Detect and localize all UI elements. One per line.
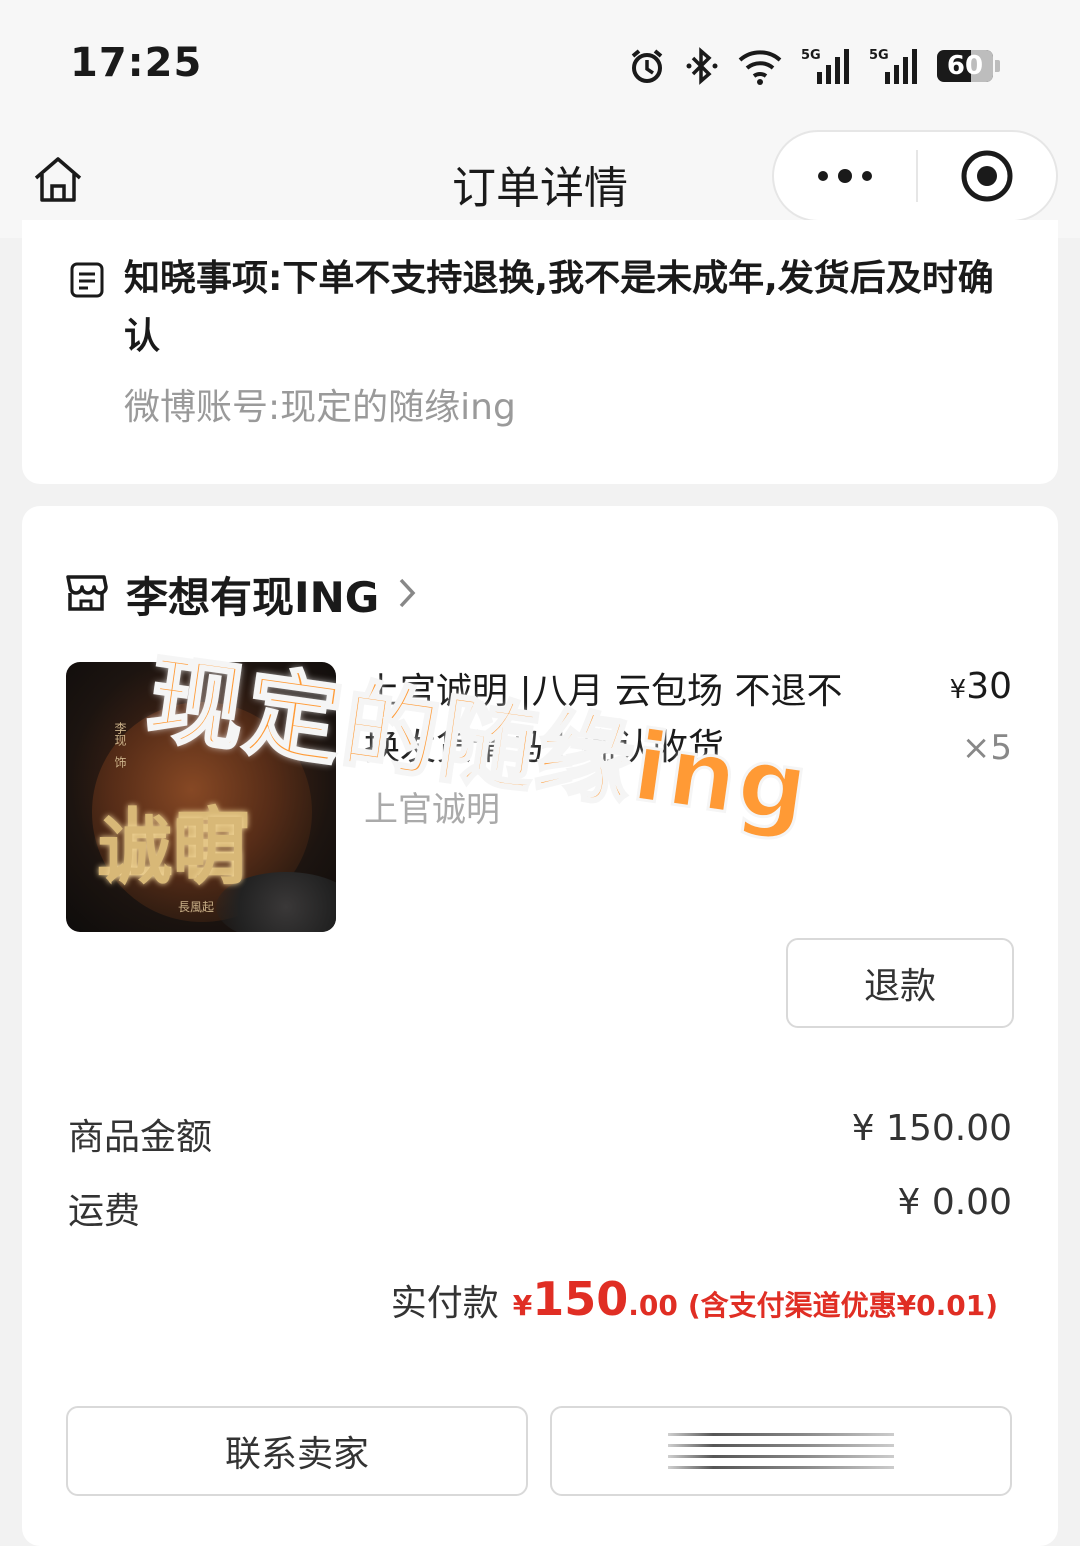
- contact-seller-button[interactable]: 联系卖家: [66, 1406, 528, 1496]
- product-title[interactable]: 上官诚明 |八月 云包场 不退不换发货请马上确认收货: [364, 664, 844, 776]
- mini-program-capsule: [772, 130, 1058, 222]
- battery-level: 60: [946, 51, 984, 81]
- paid-integer: 150: [532, 1272, 629, 1326]
- wifi-icon: [737, 46, 783, 86]
- signal-icon: 5G: [869, 46, 919, 86]
- signal-icon: 5G: [801, 46, 851, 86]
- status-bar: 17:25 5G 5G 60: [0, 0, 1080, 130]
- paid-label: 实付款: [390, 1283, 499, 1324]
- product-image[interactable]: 上官 诚明 李现 饰 長風起: [66, 662, 336, 932]
- battery-icon: 60: [937, 50, 1000, 82]
- product-subtitle: 上官诚明: [364, 790, 500, 830]
- more-icon[interactable]: [774, 132, 916, 220]
- status-time: 17:25: [70, 40, 203, 86]
- store-icon: [64, 573, 108, 617]
- order-card: 李想有现ING 上官 诚明 李现 饰 長風起 上官诚明 |八月 云包场 不退不换…: [22, 506, 1058, 1546]
- paid-currency: ¥: [512, 1289, 533, 1322]
- status-icons: 5G 5G 60: [627, 44, 1000, 88]
- alarm-icon: [627, 46, 667, 86]
- paid-discount-note: (含支付渠道优惠¥0.01): [687, 1289, 998, 1322]
- shop-link[interactable]: 李想有现ING: [64, 564, 417, 625]
- bluetooth-icon: [685, 46, 719, 86]
- chevron-right-icon: [397, 576, 417, 614]
- shipping-row: 运费 ¥ 0.00: [68, 1182, 1012, 1234]
- refund-button[interactable]: 退款: [786, 938, 1014, 1028]
- shop-name: 李想有现ING: [126, 573, 380, 622]
- close-target-icon[interactable]: [918, 132, 1056, 220]
- weibo-account: 微博账号:现定的随缘ing: [124, 387, 516, 428]
- goods-amount-label: 商品金额: [68, 1117, 213, 1158]
- note-icon: [70, 262, 104, 298]
- goods-amount-row: 商品金额 ¥ 150.00: [68, 1108, 1012, 1160]
- notice-text: 知晓事项:下单不支持退换,我不是未成年,发货后及时确认: [124, 258, 994, 357]
- notice-card: 知晓事项:下单不支持退换,我不是未成年,发货后及时确认 微博账号:现定的随缘in…: [22, 220, 1058, 484]
- goods-amount-value: ¥ 150.00: [851, 1108, 1012, 1149]
- paid-amount-row: 实付款 ¥ 150 .00 (含支付渠道优惠¥0.01): [391, 1272, 998, 1326]
- shipping-label: 运费: [68, 1191, 141, 1232]
- redacted-label: [668, 1433, 894, 1469]
- svg-text:5G: 5G: [801, 48, 821, 63]
- svg-text:5G: 5G: [869, 48, 889, 63]
- redacted-button[interactable]: [550, 1406, 1012, 1496]
- shipping-value: ¥ 0.00: [897, 1182, 1012, 1223]
- product-price: ¥30: [949, 666, 1012, 707]
- product-quantity: ×5: [961, 728, 1012, 768]
- paid-decimal: .00: [628, 1289, 678, 1322]
